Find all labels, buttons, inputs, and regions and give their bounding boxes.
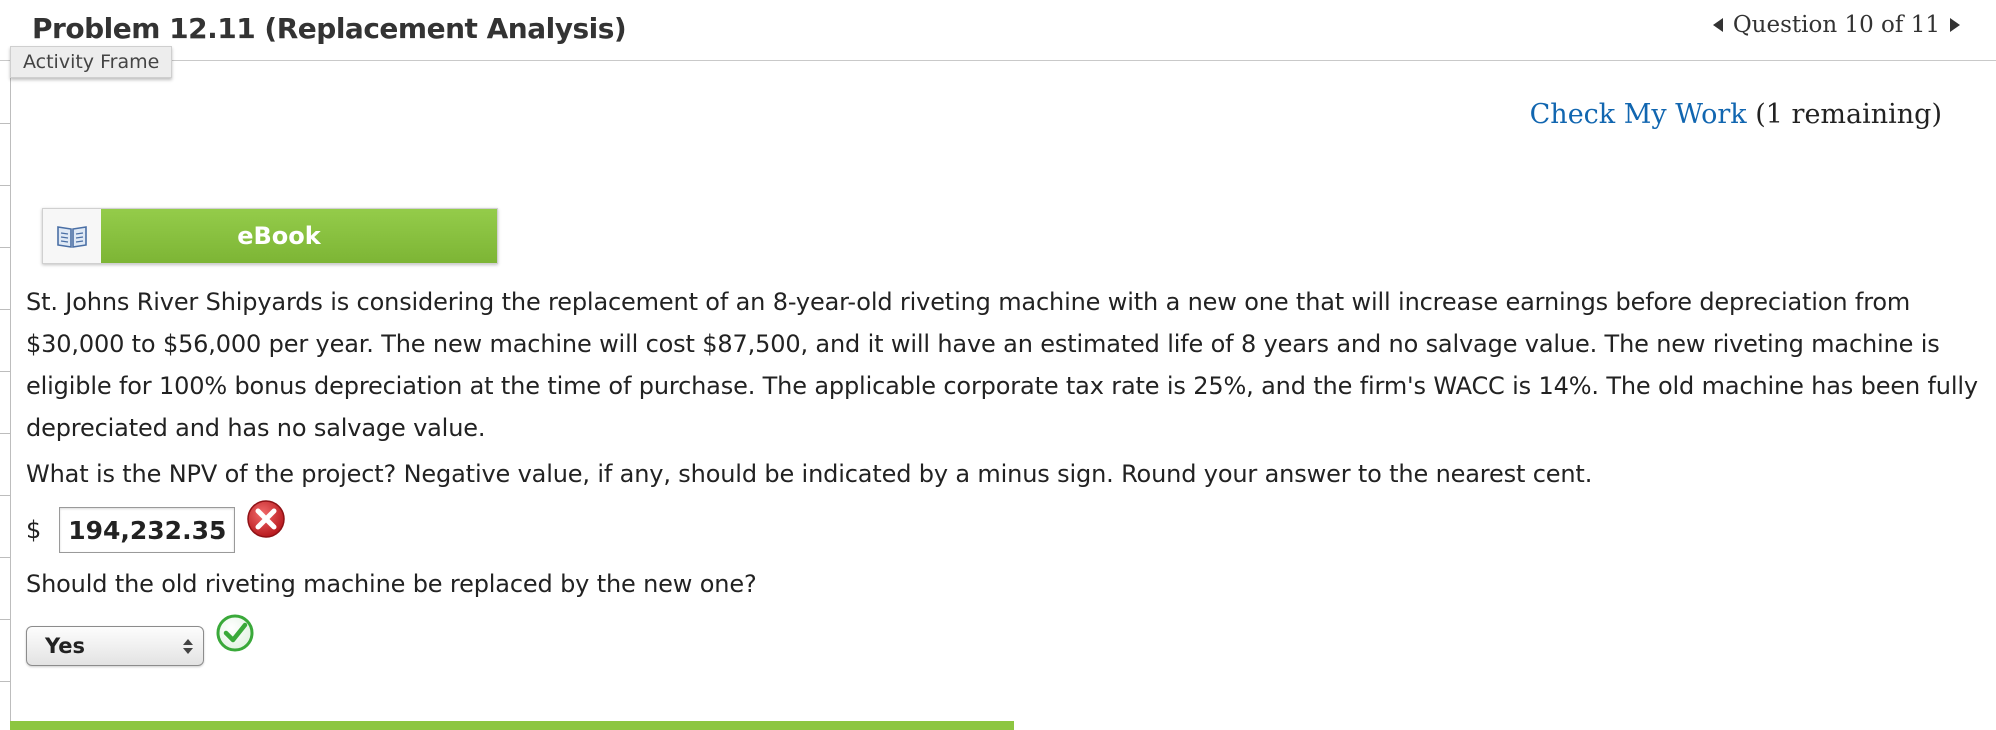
npv-answer-row: $ — [26, 500, 287, 554]
frame-tick — [0, 433, 10, 434]
frame-tick — [0, 681, 10, 682]
activity-frame-border — [10, 60, 11, 730]
previous-question-icon[interactable] — [1712, 18, 1723, 32]
frame-tick — [0, 185, 10, 186]
check-my-work: Check My Work (1 remaining) — [1530, 99, 1942, 130]
activity-frame-tooltip: Activity Frame — [10, 46, 173, 78]
frame-tick — [0, 247, 10, 248]
currency-symbol: $ — [26, 516, 42, 544]
ebook-button[interactable]: eBook — [42, 208, 498, 264]
npv-question: What is the NPV of the project? Negative… — [26, 460, 1593, 488]
question-counter: Question 10 of 11 — [1732, 12, 1940, 38]
attempts-remaining: (1 remaining) — [1755, 99, 1942, 130]
ebook-icon-box — [43, 209, 101, 263]
bottom-progress-bar — [10, 721, 1014, 730]
replace-select[interactable]: Yes — [26, 626, 204, 666]
problem-statement: St. Johns River Shipyards is considering… — [26, 288, 1978, 442]
incorrect-x-icon — [247, 500, 286, 538]
replace-answer-row: Yes — [26, 612, 256, 666]
frame-tick — [0, 557, 10, 558]
replace-question: Should the old riveting machine be repla… — [26, 570, 757, 598]
frame-tick — [0, 309, 10, 310]
ebook-label: eBook — [101, 209, 497, 263]
frame-tick — [0, 495, 10, 496]
book-icon — [57, 226, 87, 248]
problem-title: Problem 12.11 (Replacement Analysis) — [32, 12, 627, 45]
next-question-icon[interactable] — [1950, 18, 1960, 32]
question-navigator: Question 10 of 11 — [1712, 12, 1960, 38]
correct-check-icon — [216, 614, 254, 652]
replace-select-value: Yes — [45, 634, 86, 658]
frame-tick — [0, 371, 10, 372]
frame-tick — [0, 619, 10, 620]
select-arrows-icon — [183, 638, 193, 654]
frame-tick — [0, 123, 10, 124]
problem-header: Problem 12.11 (Replacement Analysis) Que… — [0, 0, 1996, 61]
check-my-work-link[interactable]: Check My Work — [1530, 99, 1747, 130]
npv-input[interactable] — [59, 507, 236, 553]
